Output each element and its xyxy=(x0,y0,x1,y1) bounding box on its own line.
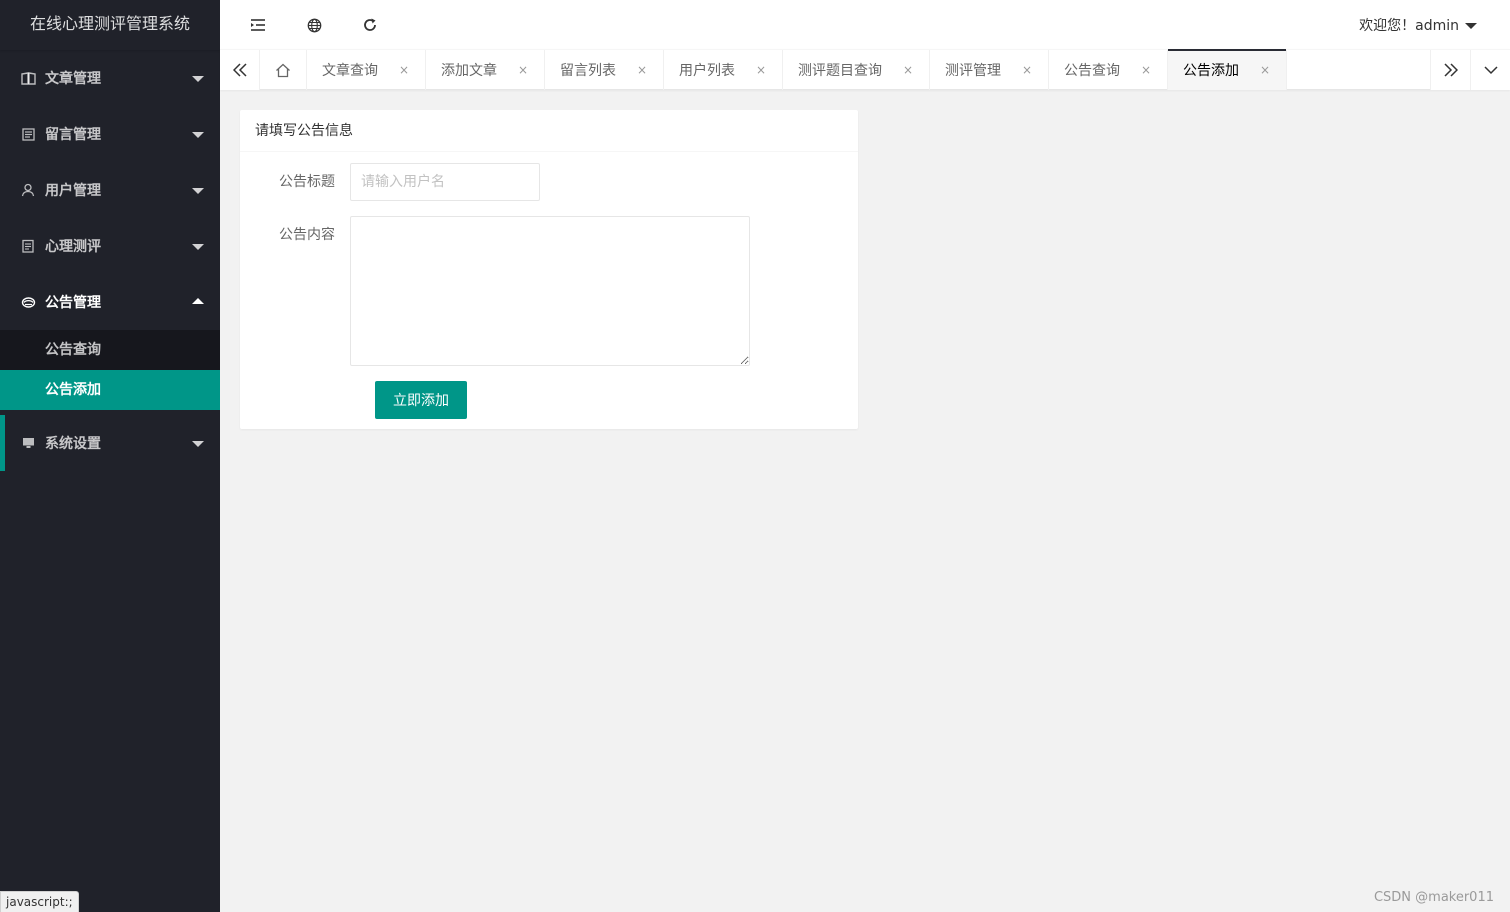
tabs-menu-chevron-down-icon[interactable] xyxy=(1470,50,1510,90)
caret-up-icon xyxy=(192,298,204,304)
sidebar-item-label: 文章管理 xyxy=(45,71,101,87)
close-icon[interactable]: × xyxy=(1021,63,1033,77)
sidebar-item-assessment[interactable]: 心理测评 xyxy=(0,218,220,274)
content-label: 公告内容 xyxy=(279,227,335,243)
form-heading: 请填写公告信息 xyxy=(240,110,858,152)
close-icon[interactable]: × xyxy=(755,63,767,77)
sidebar-item-label: 公告管理 xyxy=(45,295,101,311)
sidebar-item-users[interactable]: 用户管理 xyxy=(0,162,220,218)
close-icon[interactable]: × xyxy=(636,63,648,77)
page-tabs-bar: 文章查询 × 添加文章 × 留言列表 × 用户列表 × 测评题目查询 × 测评管理 × 公告… xyxy=(220,49,1510,90)
user-menu[interactable]: 欢迎您！admin xyxy=(1359,15,1477,35)
tab-label: 文章查询 xyxy=(322,63,378,79)
sidebar-item-announcements[interactable]: 公告管理 xyxy=(0,274,220,330)
close-icon[interactable]: × xyxy=(1259,63,1271,77)
top-header: 欢迎您！admin xyxy=(220,0,1510,50)
announcements-submenu: 公告查询 公告添加 xyxy=(0,330,220,410)
sidebar-item-label: 系统设置 xyxy=(45,436,101,452)
caret-down-icon xyxy=(192,76,204,82)
close-icon[interactable]: × xyxy=(398,63,410,77)
welcome-text: 欢迎您！admin xyxy=(1359,18,1459,34)
title-input[interactable] xyxy=(350,163,540,201)
caret-down-icon xyxy=(192,441,204,447)
dropdown-caret-icon xyxy=(1465,23,1477,29)
main-content: 请填写公告信息 公告标题 公告内容 立即添加 xyxy=(220,90,1510,912)
caret-down-icon xyxy=(192,244,204,250)
refresh-icon[interactable] xyxy=(360,15,380,35)
app-logo-title[interactable]: 在线心理测评管理系统 xyxy=(0,0,220,50)
caret-down-icon xyxy=(192,188,204,194)
home-icon[interactable] xyxy=(260,50,307,90)
collapse-menu-icon[interactable] xyxy=(248,15,268,35)
globe-icon[interactable] xyxy=(304,15,324,35)
tabs-scroll-right-icon[interactable] xyxy=(1430,50,1470,90)
announcement-icon xyxy=(20,294,36,310)
book-icon xyxy=(20,70,36,86)
close-icon[interactable]: × xyxy=(1140,63,1152,77)
tabs-scroll-left-icon[interactable] xyxy=(220,50,260,90)
tab-label: 添加文章 xyxy=(441,63,497,79)
sidebar-subitem-announcement-add[interactable]: 公告添加 xyxy=(0,370,220,410)
tab-add-article[interactable]: 添加文章 × xyxy=(426,50,545,90)
tab-label: 用户列表 xyxy=(679,63,735,79)
sidebar-item-label: 用户管理 xyxy=(45,183,101,199)
close-icon[interactable]: × xyxy=(517,63,529,77)
link-preview-status: javascript:; xyxy=(0,891,79,912)
clipboard-icon xyxy=(20,238,36,254)
content-row: 公告内容 xyxy=(240,216,750,366)
tab-article-query[interactable]: 文章查询 × xyxy=(307,50,426,90)
sidebar-subitem-announcement-query[interactable]: 公告查询 xyxy=(0,330,220,370)
tab-label: 公告查询 xyxy=(1064,63,1120,79)
submit-button[interactable]: 立即添加 xyxy=(375,381,467,419)
tab-label: 留言列表 xyxy=(560,63,616,79)
title-row: 公告标题 xyxy=(240,163,540,201)
close-icon[interactable]: × xyxy=(902,63,914,77)
announcement-form-card: 请填写公告信息 公告标题 公告内容 立即添加 xyxy=(240,110,858,429)
monitor-icon xyxy=(20,435,36,451)
tab-label: 测评题目查询 xyxy=(798,63,882,79)
message-icon xyxy=(20,126,36,142)
sidebar-item-system-settings[interactable]: 系统设置 xyxy=(0,415,220,471)
tab-label: 测评管理 xyxy=(945,63,1001,79)
content-textarea[interactable] xyxy=(350,216,750,366)
tab-label: 公告添加 xyxy=(1183,63,1239,79)
caret-down-icon xyxy=(192,132,204,138)
tab-assessment-management[interactable]: 测评管理 × xyxy=(930,50,1049,90)
watermark-text: CSDN @maker011 xyxy=(1373,890,1494,905)
tab-user-list[interactable]: 用户列表 × xyxy=(664,50,783,90)
sidebar-item-label: 留言管理 xyxy=(45,127,101,143)
title-label: 公告标题 xyxy=(279,174,335,190)
sidebar-item-label: 心理测评 xyxy=(45,239,101,255)
sidebar-item-messages[interactable]: 留言管理 xyxy=(0,106,220,162)
sidebar-item-articles[interactable]: 文章管理 xyxy=(0,50,220,106)
tab-question-query[interactable]: 测评题目查询 × xyxy=(783,50,930,90)
tab-announcement-add[interactable]: 公告添加 × xyxy=(1168,49,1287,90)
page-tabs: 文章查询 × 添加文章 × 留言列表 × 用户列表 × 测评题目查询 × 测评管理 × 公告… xyxy=(260,49,1287,90)
tab-announcement-query[interactable]: 公告查询 × xyxy=(1049,50,1168,90)
user-icon xyxy=(20,182,36,198)
tab-message-list[interactable]: 留言列表 × xyxy=(545,50,664,90)
sidebar: 在线心理测评管理系统 文章管理 留言管理 用户管理 心理测评 公告管理 公告查询… xyxy=(0,0,220,912)
